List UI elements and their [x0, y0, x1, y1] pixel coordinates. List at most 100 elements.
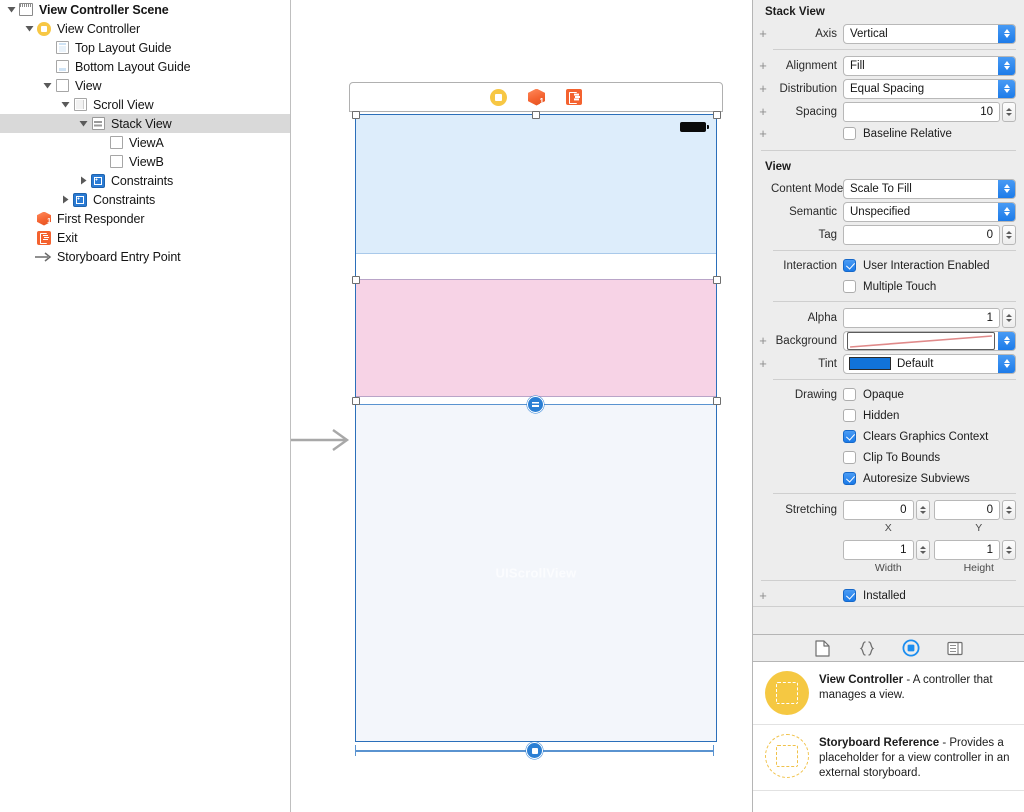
tag-input[interactable]: 0 — [843, 224, 1000, 245]
outline-row-bottom-layout-guide[interactable]: Bottom Layout Guide — [0, 57, 290, 76]
outline-row-scroll-view[interactable]: Scroll View — [0, 95, 290, 114]
outline-row-viewb[interactable]: ViewB — [0, 152, 290, 171]
constraint-badge-middle[interactable] — [527, 396, 544, 413]
disclosure-open-icon[interactable] — [23, 24, 36, 33]
user-interaction-row[interactable]: + Interaction User Interaction Enabled — [753, 255, 1024, 276]
outline-row-top-layout-guide[interactable]: Top Layout Guide — [0, 38, 290, 57]
tint-color-swatch[interactable] — [849, 357, 891, 370]
opaque-row[interactable]: + Drawing Opaque — [753, 384, 1024, 405]
user-interaction-checkbox[interactable] — [843, 259, 856, 272]
document-outline-tree[interactable]: View Controller Scene View Controller Top … — [0, 0, 290, 266]
attributes-inspector-panel[interactable]: Stack View + Axis Vertical + Alignment F… — [752, 0, 1024, 812]
axis-stepper-icon[interactable] — [998, 24, 1015, 43]
view-a-canvas[interactable] — [355, 114, 717, 254]
stretching-height-input[interactable]: 1 — [933, 539, 1000, 560]
content-mode-stepper-icon[interactable] — [998, 179, 1015, 198]
outline-row-exit[interactable]: Exit — [0, 228, 290, 247]
stretching-xy-row[interactable]: + Stretching 0 0 — [753, 498, 1024, 521]
media-library-icon[interactable] — [946, 639, 964, 657]
background-add-variation-icon[interactable]: + — [755, 334, 771, 347]
opaque-checkbox[interactable] — [843, 388, 856, 401]
baseline-relative-checkbox[interactable] — [843, 127, 856, 140]
clears-graphics-row[interactable]: + Clears Graphics Context — [753, 426, 1024, 447]
disclosure-open-icon[interactable] — [5, 5, 18, 14]
disclosure-open-icon[interactable] — [77, 119, 90, 128]
axis-row[interactable]: + Axis Vertical — [753, 22, 1024, 45]
constraint-badge-bottom[interactable] — [526, 742, 543, 759]
storyboard-canvas[interactable]: 1 UIScrollView — [291, 0, 752, 812]
clip-to-bounds-row[interactable]: + Clip To Bounds — [753, 447, 1024, 468]
document-outline-panel[interactable]: View Controller Scene View Controller Top … — [0, 0, 291, 812]
stretching-wh-row[interactable]: + 1 1 — [753, 538, 1024, 561]
multiple-touch-checkbox[interactable] — [843, 280, 856, 293]
background-color-well[interactable] — [843, 330, 1016, 351]
axis-add-variation-icon[interactable]: + — [755, 27, 771, 40]
stretching-x-input[interactable]: 0 — [843, 499, 914, 520]
baseline-relative-row[interactable]: + Baseline Relative — [753, 123, 1024, 144]
outline-row-view-controller[interactable]: View Controller — [0, 19, 290, 38]
outline-row-first-responder[interactable]: 1 First Responder — [0, 209, 290, 228]
disclosure-closed-icon[interactable] — [59, 195, 72, 204]
library-item-storyboard-reference[interactable]: Storyboard Reference - Provides a placeh… — [753, 725, 1024, 791]
tint-row[interactable]: + Tint Default — [753, 352, 1024, 375]
alignment-stepper-icon[interactable] — [998, 56, 1015, 75]
dock-first-responder-icon[interactable]: 1 — [528, 88, 545, 106]
autoresize-subviews-row[interactable]: + Autoresize Subviews — [753, 468, 1024, 489]
file-template-library-icon[interactable] — [814, 639, 832, 657]
library-tab-bar[interactable] — [753, 634, 1024, 662]
disclosure-closed-icon[interactable] — [77, 176, 90, 185]
semantic-popup-button[interactable]: Unspecified — [843, 201, 1016, 222]
stretching-y-input[interactable]: 0 — [933, 499, 1000, 520]
scene-dock-bar[interactable]: 1 — [349, 82, 723, 112]
tint-stepper-icon[interactable] — [998, 354, 1015, 373]
baseline-relative-add-variation-icon[interactable]: + — [755, 127, 771, 140]
dock-view-controller-icon[interactable] — [490, 88, 507, 106]
tint-add-variation-icon[interactable]: + — [755, 357, 771, 370]
library-item-view-controller[interactable]: View Controller - A controller that mana… — [753, 662, 1024, 725]
background-stepper-icon[interactable] — [998, 331, 1015, 350]
outline-row-constraints[interactable]: Constraints — [0, 190, 290, 209]
view-controller-scene[interactable]: 1 UIScrollView — [349, 82, 723, 768]
semantic-row[interactable]: + Semantic Unspecified — [753, 200, 1024, 223]
spacing-add-variation-icon[interactable]: + — [755, 105, 771, 118]
outline-row-storyboard-entry-point[interactable]: Storyboard Entry Point — [0, 247, 290, 266]
autoresize-subviews-checkbox[interactable] — [843, 472, 856, 485]
alpha-stepper-icon[interactable] — [1002, 307, 1016, 328]
spacing-row[interactable]: + Spacing 10 — [753, 100, 1024, 123]
tint-color-well[interactable]: Default — [843, 353, 1016, 374]
axis-popup-button[interactable]: Vertical — [843, 23, 1016, 44]
distribution-row[interactable]: + Distribution Equal Spacing — [753, 77, 1024, 100]
stretching-x-stepper-icon[interactable] — [915, 499, 930, 520]
content-mode-popup-button[interactable]: Scale To Fill — [843, 178, 1016, 199]
background-color-swatch[interactable] — [847, 331, 995, 350]
multiple-touch-row[interactable]: + Multiple Touch — [753, 276, 1024, 297]
clears-graphics-checkbox[interactable] — [843, 430, 856, 443]
stretching-width-stepper-icon[interactable] — [915, 539, 930, 560]
semantic-stepper-icon[interactable] — [998, 202, 1015, 221]
installed-add-variation-icon[interactable]: + — [755, 589, 771, 602]
hidden-checkbox[interactable] — [843, 409, 856, 422]
object-library-list[interactable]: View Controller - A controller that mana… — [753, 662, 1024, 812]
clip-to-bounds-checkbox[interactable] — [843, 451, 856, 464]
distribution-stepper-icon[interactable] — [998, 79, 1015, 98]
installed-checkbox[interactable] — [843, 589, 856, 602]
scroll-view-canvas[interactable]: UIScrollView — [355, 404, 717, 742]
spacing-stepper-icon[interactable] — [1002, 101, 1016, 122]
outline-row-view[interactable]: View — [0, 76, 290, 95]
tag-stepper-icon[interactable] — [1002, 224, 1016, 245]
device-screen[interactable]: UIScrollView — [349, 110, 723, 768]
installed-row[interactable]: + Installed — [753, 585, 1024, 606]
alignment-row[interactable]: + Alignment Fill — [753, 54, 1024, 77]
outline-row-stack-view[interactable]: Stack View — [0, 114, 290, 133]
background-row[interactable]: + Background — [753, 329, 1024, 352]
object-library-icon[interactable] — [902, 639, 920, 657]
code-snippet-library-icon[interactable] — [858, 639, 876, 657]
stretching-height-stepper-icon[interactable] — [1002, 539, 1016, 560]
stretching-width-input[interactable]: 1 — [843, 539, 914, 560]
dock-exit-icon[interactable] — [566, 89, 582, 105]
tag-row[interactable]: + Tag 0 — [753, 223, 1024, 246]
outline-row-constraints[interactable]: Constraints — [0, 171, 290, 190]
disclosure-open-icon[interactable] — [41, 81, 54, 90]
distribution-add-variation-icon[interactable]: + — [755, 82, 771, 95]
content-mode-row[interactable]: + Content Mode Scale To Fill — [753, 177, 1024, 200]
